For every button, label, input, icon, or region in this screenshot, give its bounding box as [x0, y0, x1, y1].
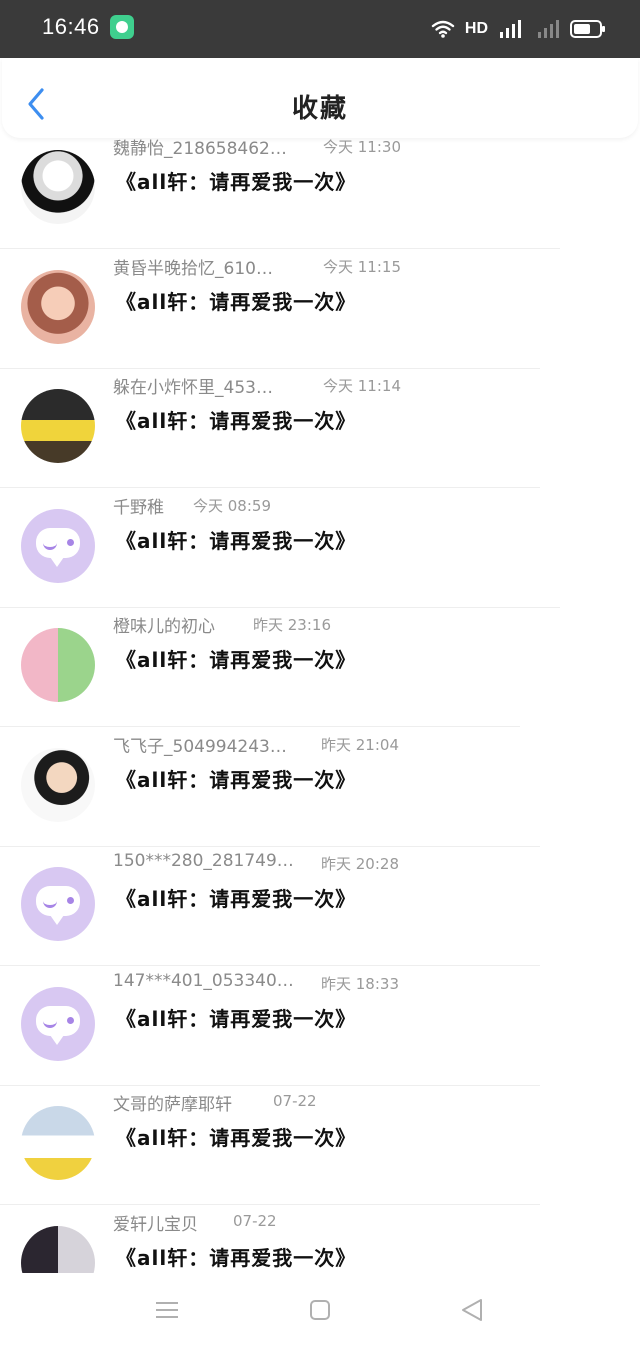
message-text: 《all轩：请再爱我一次》	[116, 1246, 357, 1270]
avatar-eye	[67, 1017, 74, 1024]
sender-name: 躲在小炸怀里_453…	[113, 378, 273, 398]
wifi-icon	[431, 20, 455, 38]
avatar[interactable]	[21, 748, 95, 822]
sender-name: 橙味儿的初心	[113, 617, 215, 637]
system-navigation-bar	[0, 1273, 640, 1351]
avatar[interactable]	[21, 389, 95, 463]
timestamp: 07-22	[273, 1092, 317, 1110]
timestamp: 今天 11:15	[323, 258, 401, 276]
list-item[interactable]: 147***401_053340… 昨天 18:33 《all轩：请再爱我一次》	[0, 967, 640, 1086]
divider	[0, 487, 540, 488]
page-title: 收藏	[291, 94, 348, 124]
timestamp: 今天 08:59	[193, 497, 271, 515]
sender-name: 飞飞子_504994243…	[113, 737, 287, 757]
header: 收藏	[2, 58, 638, 138]
avatar[interactable]	[21, 1106, 95, 1180]
battery-icon	[570, 20, 605, 38]
avatar[interactable]	[21, 628, 95, 702]
timestamp: 昨天 20:28	[321, 855, 399, 873]
sender-name: 150***280_281749…	[113, 851, 294, 871]
timestamp: 昨天 21:04	[321, 736, 399, 754]
sender-name: 爱轩儿宝贝	[113, 1215, 198, 1235]
message-text: 《all轩：请再爱我一次》	[116, 1126, 357, 1150]
status-bar: 16:46 HD	[0, 0, 640, 58]
status-time: 16:46	[42, 14, 100, 39]
message-text: 《all轩：请再爱我一次》	[116, 768, 357, 792]
timestamp: 昨天 18:33	[321, 975, 399, 993]
avatar-eye	[67, 897, 74, 904]
sender-name: 文哥的萨摩耶轩	[113, 1095, 232, 1115]
network-hd-label: HD	[464, 20, 488, 37]
favorites-list: 魏静怡_218658462… 今天 11:30 《all轩：请再爱我一次》 黄昏…	[0, 138, 640, 1273]
message-text: 《all轩：请再爱我一次》	[116, 290, 357, 314]
avatar[interactable]	[21, 509, 95, 583]
divider	[0, 1204, 540, 1205]
message-text: 《all轩：请再爱我一次》	[116, 529, 357, 553]
message-text: 《all轩：请再爱我一次》	[116, 648, 357, 672]
message-text: 《all轩：请再爱我一次》	[116, 170, 357, 194]
timestamp: 07-22	[233, 1212, 277, 1230]
message-text: 《all轩：请再爱我一次》	[116, 409, 357, 433]
sender-name: 黄昏半晚拾忆_610…	[113, 259, 273, 279]
back-triangle-icon[interactable]	[459, 1297, 485, 1323]
message-text: 《all轩：请再爱我一次》	[116, 1007, 357, 1031]
message-text: 《all轩：请再爱我一次》	[116, 887, 357, 911]
timestamp: 昨天 23:16	[253, 616, 331, 634]
avatar[interactable]	[21, 150, 95, 224]
avatar[interactable]	[21, 270, 95, 344]
sender-name: 魏静怡_218658462…	[113, 139, 287, 159]
signal-icon	[500, 20, 521, 38]
signal-empty-icon	[538, 20, 559, 38]
menu-icon[interactable]	[155, 1300, 179, 1320]
list-item[interactable]: 橙味儿的初心 昨天 23:16 《all轩：请再爱我一次》	[0, 608, 640, 727]
list-item[interactable]: 150***280_281749… 昨天 20:28 《all轩：请再爱我一次》	[0, 847, 640, 966]
timestamp: 今天 11:30	[323, 138, 401, 156]
sender-name: 千野稚	[113, 498, 164, 518]
timestamp: 今天 11:14	[323, 377, 401, 395]
divider	[0, 965, 540, 966]
divider	[0, 248, 560, 249]
avatar[interactable]	[21, 1226, 95, 1273]
avatar[interactable]	[21, 987, 95, 1061]
sender-name: 147***401_053340…	[113, 971, 294, 991]
avatar[interactable]	[21, 867, 95, 941]
home-icon[interactable]	[309, 1299, 331, 1321]
list-item[interactable]: 躲在小炸怀里_453… 今天 11:14 《all轩：请再爱我一次》	[0, 369, 640, 488]
app-notification-icon	[110, 15, 134, 39]
list-item[interactable]: 魏静怡_218658462… 今天 11:30 《all轩：请再爱我一次》	[0, 138, 640, 249]
list-item[interactable]: 爱轩儿宝贝 07-22 《all轩：请再爱我一次》	[0, 1206, 640, 1273]
list-item[interactable]: 飞飞子_504994243… 昨天 21:04 《all轩：请再爱我一次》	[0, 728, 640, 847]
list-item[interactable]: 文哥的萨摩耶轩 07-22 《all轩：请再爱我一次》	[0, 1086, 640, 1205]
list-item[interactable]: 黄昏半晚拾忆_610… 今天 11:15 《all轩：请再爱我一次》	[0, 250, 640, 369]
avatar-eye	[67, 539, 74, 546]
list-item[interactable]: 千野稚 今天 08:59 《all轩：请再爱我一次》	[0, 489, 640, 608]
status-indicators: HD	[431, 16, 605, 42]
divider	[0, 726, 520, 727]
